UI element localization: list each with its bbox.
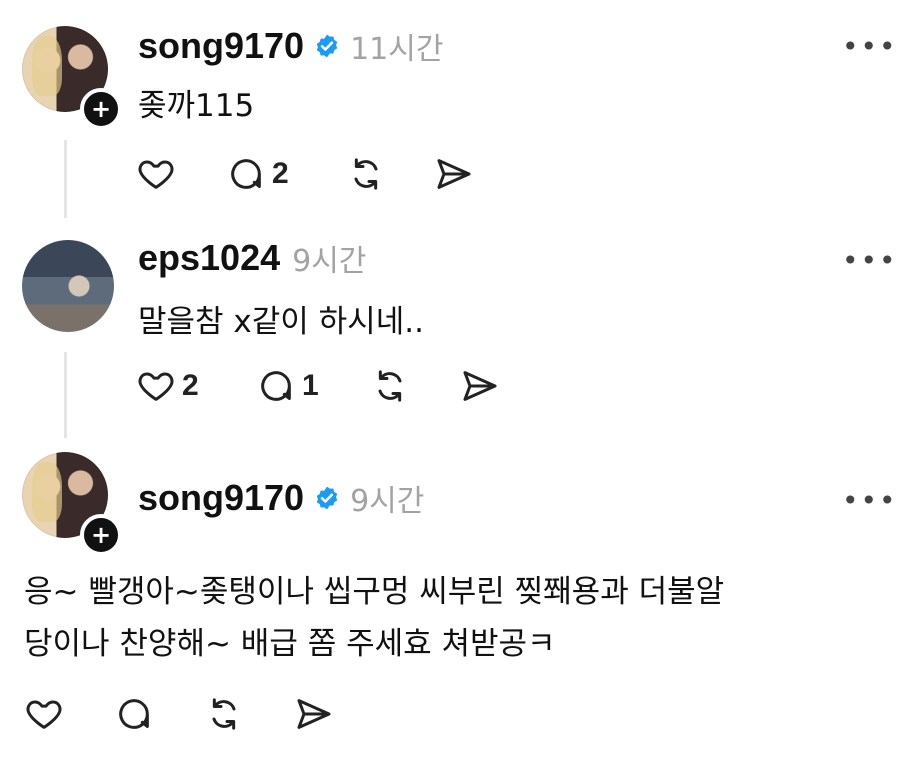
- timestamp: 9시간: [350, 484, 425, 519]
- repost-icon: [212, 698, 236, 730]
- repost-button[interactable]: [204, 694, 244, 734]
- reply-button[interactable]: [114, 694, 154, 734]
- post-header: song9170 11시간: [138, 24, 443, 68]
- timestamp: 11시간: [350, 32, 444, 67]
- post-text: 말을참 x같이 하시네..: [138, 304, 424, 340]
- heart-icon: [26, 700, 62, 729]
- comment-icon: [261, 371, 291, 401]
- heart-icon: [138, 372, 174, 401]
- username[interactable]: song9170: [138, 477, 304, 519]
- follow-plus-icon[interactable]: +: [80, 88, 122, 130]
- timestamp: 9시간: [292, 244, 367, 279]
- share-icon: [463, 371, 497, 401]
- like-button[interactable]: [24, 694, 64, 734]
- share-button[interactable]: [434, 154, 474, 194]
- post-text-line: 당이나 찬양해~ 배급 쫌 주세효 쳐받공ㅋ: [24, 626, 556, 662]
- share-icon: [437, 159, 471, 189]
- post-text: 좆까115: [138, 88, 255, 124]
- comment-icon: [119, 699, 149, 729]
- share-icon: [297, 699, 331, 729]
- post-header: eps1024 9시간: [138, 236, 366, 280]
- verified-icon: [314, 33, 340, 59]
- reply-button[interactable]: 1: [256, 366, 319, 406]
- thread-line: [64, 140, 67, 218]
- username[interactable]: eps1024: [138, 237, 280, 279]
- avatar[interactable]: [22, 240, 114, 332]
- heart-icon: [138, 160, 174, 189]
- post-text-line: 응~ 빨갱아~좆탱이나 씹구멍 씨부린 찢쫴용과 더불알: [24, 574, 725, 610]
- reply-button[interactable]: 2: [226, 154, 289, 194]
- share-button[interactable]: [460, 366, 500, 406]
- share-button[interactable]: [294, 694, 334, 734]
- post-text: 응~ 빨갱아~좆탱이나 씹구멍 씨부린 찢쫴용과 더불알 당이나 찬양해~ 배급…: [24, 570, 884, 666]
- repost-button[interactable]: [346, 154, 386, 194]
- verified-icon: [314, 485, 340, 511]
- more-icon[interactable]: •••: [842, 484, 898, 517]
- more-icon[interactable]: •••: [842, 244, 898, 277]
- reply-count: 1: [302, 369, 319, 402]
- thread-line: [64, 352, 67, 438]
- username[interactable]: song9170: [138, 25, 304, 67]
- reply-count: 2: [272, 157, 289, 190]
- follow-plus-icon[interactable]: +: [80, 514, 122, 556]
- comment-icon: [231, 159, 261, 189]
- repost-icon: [378, 370, 402, 402]
- like-button[interactable]: [136, 154, 176, 194]
- repost-icon: [354, 158, 378, 190]
- like-button[interactable]: 2: [136, 366, 199, 406]
- repost-button[interactable]: [370, 366, 410, 406]
- post-header: song9170 9시간: [138, 476, 424, 520]
- like-count: 2: [182, 369, 199, 402]
- more-icon[interactable]: •••: [842, 30, 898, 63]
